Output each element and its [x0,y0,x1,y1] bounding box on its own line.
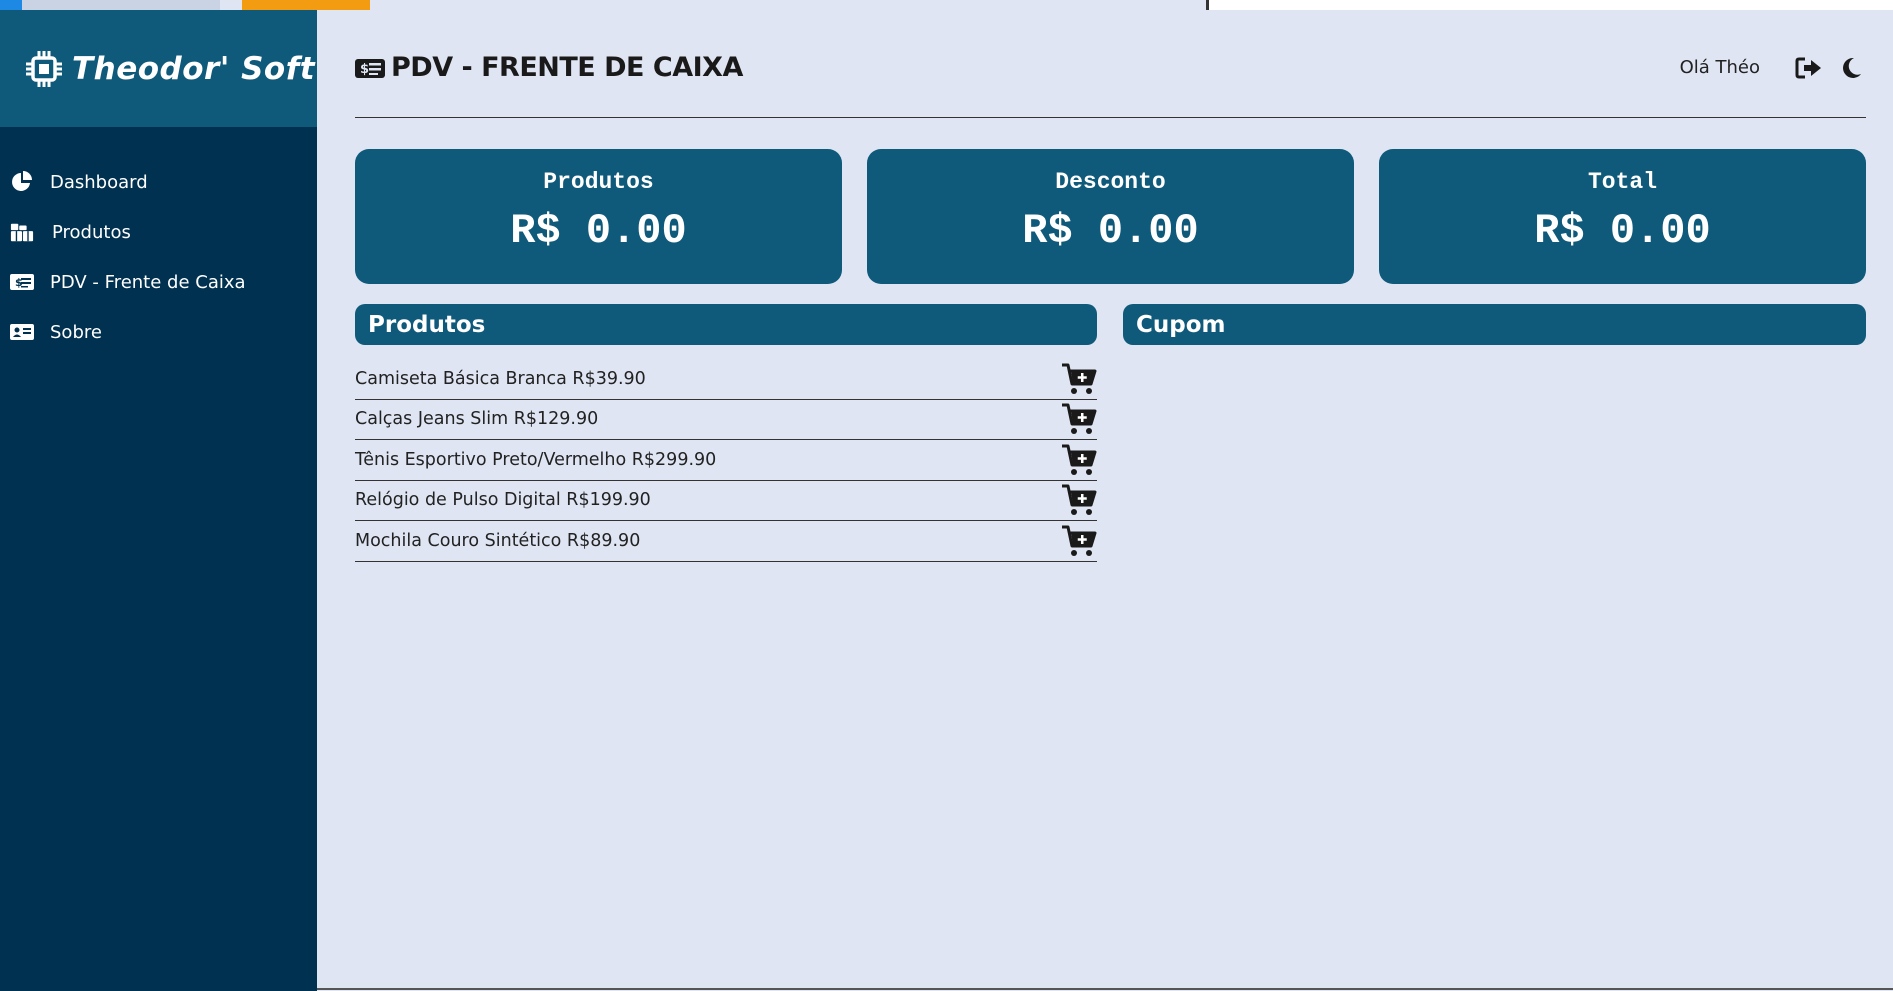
sidebar-nav: Dashboard Produtos $ PDV - Frente de Cai… [0,157,317,357]
product-list: Camiseta Básica Branca R$39.90 Calças Je… [355,359,1097,562]
chart-pie-icon [10,171,34,193]
moon-icon[interactable] [1836,54,1866,82]
sidebar-item-sobre[interactable]: Sobre [0,307,317,357]
product-label: Mochila Couro Sintético R$89.90 [355,530,641,551]
cart-plus-icon[interactable] [1061,483,1097,517]
cart-plus-icon[interactable] [1061,402,1097,436]
card-value: R$ 0.00 [1022,207,1199,255]
produtos-panel-title: Produtos [355,304,1097,345]
microchip-icon [26,50,62,87]
card-total: Total R$ 0.00 [1379,149,1866,284]
sidebar-item-label: Dashboard [50,171,148,193]
card-produtos: Produtos R$ 0.00 [355,149,842,284]
panels: Produtos Camiseta Básica Branca R$39.90 … [355,304,1866,562]
boxes-icon [10,221,34,243]
sidebar-item-dashboard[interactable]: Dashboard [0,157,317,207]
card-label: Produtos [543,169,654,195]
list-item: Relógio de Pulso Digital R$199.90 [355,481,1097,521]
page-title-text: PDV - FRENTE DE CAIXA [391,52,743,83]
list-item: Tênis Esportivo Preto/Vermelho R$299.90 [355,440,1097,481]
bottom-border [317,988,1893,990]
cupom-panel: Cupom [1123,304,1866,562]
card-label: Desconto [1055,169,1166,195]
list-item: Mochila Couro Sintético R$89.90 [355,521,1097,562]
product-label: Calças Jeans Slim R$129.90 [355,409,599,430]
cart-plus-icon[interactable] [1061,443,1097,477]
sidebar-item-label: PDV - Frente de Caixa [50,271,246,293]
product-label: Tênis Esportivo Preto/Vermelho R$299.90 [355,449,717,470]
browser-top-strip [0,0,1893,10]
svg-text:$: $ [360,62,369,77]
sign-out-icon[interactable] [1794,54,1824,82]
card-desconto: Desconto R$ 0.00 [867,149,1354,284]
card-label: Total [1587,169,1657,195]
user-greeting: Olá Théo [1679,57,1760,78]
produtos-panel: Produtos Camiseta Básica Branca R$39.90 … [355,304,1097,562]
product-label: Relógio de Pulso Digital R$199.90 [355,490,651,511]
sidebar-item-label: Produtos [52,221,131,243]
id-card-icon [10,321,34,343]
money-check-icon: $ [355,58,385,78]
brand-logo[interactable]: Theodor' Soft [0,10,317,127]
header-actions: Olá Théo [1680,54,1866,82]
product-label: Camiseta Básica Branca R$39.90 [355,368,646,389]
card-value: R$ 0.00 [510,207,687,255]
brand-name: Theodor' Soft [72,50,316,87]
page-header: $ PDV - FRENTE DE CAIXA Olá Théo [355,10,1866,118]
sidebar-item-produtos[interactable]: Produtos [0,207,317,257]
sidebar: Theodor' Soft Dashboard Produtos $ PDV -… [0,10,317,991]
list-item: Camiseta Básica Branca R$39.90 [355,359,1097,400]
summary-cards: Produtos R$ 0.00 Desconto R$ 0.00 Total … [355,149,1866,284]
cart-plus-icon[interactable] [1061,524,1097,558]
cart-plus-icon[interactable] [1061,362,1097,396]
page-title: $ PDV - FRENTE DE CAIXA [355,52,743,83]
money-check-icon: $ [10,271,34,293]
main-content: $ PDV - FRENTE DE CAIXA Olá Théo Produto… [355,10,1866,562]
cupom-panel-title: Cupom [1123,304,1866,345]
card-value: R$ 0.00 [1534,207,1711,255]
sidebar-item-label: Sobre [50,321,102,343]
sidebar-item-pdv[interactable]: $ PDV - Frente de Caixa [0,257,317,307]
list-item: Calças Jeans Slim R$129.90 [355,400,1097,440]
